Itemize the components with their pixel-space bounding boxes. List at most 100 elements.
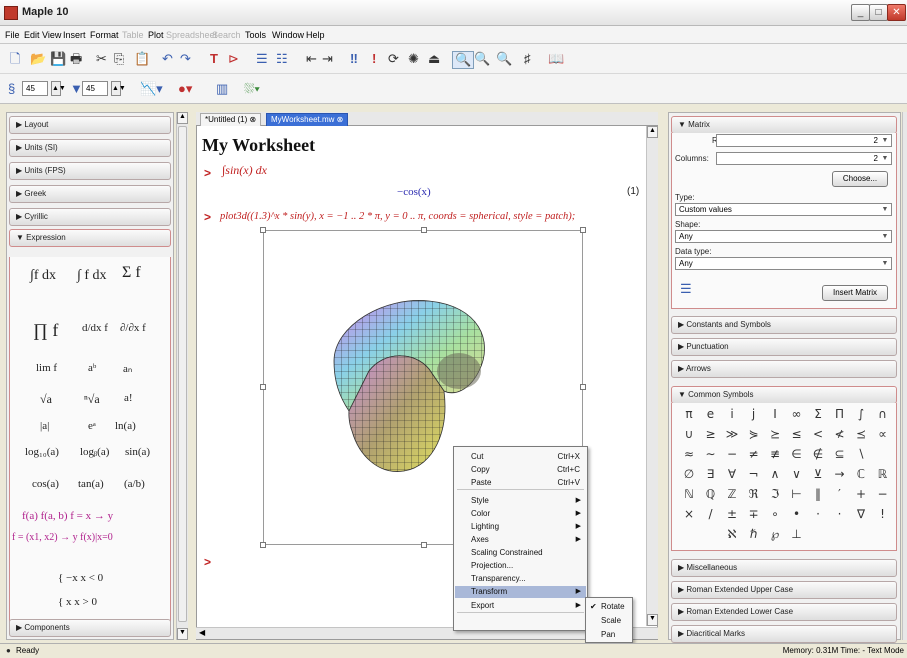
palette-punctuation[interactable]: ▶ Punctuation — [671, 338, 897, 356]
print-icon[interactable]: 🖶 — [70, 51, 82, 67]
palette-expression[interactable]: ▼ Expression — [9, 229, 171, 247]
font-size-input-1[interactable]: 45 — [22, 81, 48, 96]
doc-scroll-down-icon[interactable]: ▼ — [647, 614, 658, 626]
expression-template[interactable]: ⁿ√a — [84, 392, 100, 407]
dropdown-arrow-icon[interactable]: ▼ — [880, 231, 890, 242]
ctx-item-color[interactable]: Color ▶ — [455, 508, 586, 520]
symbol-button[interactable]: ≫ — [721, 427, 743, 441]
expression-template[interactable]: ∫f dx — [30, 268, 56, 284]
ctx-item-transparency-[interactable]: Transparency... — [455, 573, 586, 585]
symbol-button[interactable]: ℑ — [764, 487, 786, 501]
type-select[interactable]: Custom values ▼ — [675, 203, 892, 216]
choose-button[interactable]: Choose... — [832, 171, 888, 187]
resize-handle-e[interactable] — [580, 384, 586, 390]
symbol-button[interactable]: ℵ — [721, 527, 743, 541]
ctx-item-axes[interactable]: Axes ▶ — [455, 534, 586, 546]
symbol-button[interactable]: ≠ — [743, 447, 765, 461]
symbol-button[interactable]: ⋟ — [743, 427, 765, 441]
submenu-scale[interactable]: Scale — [587, 615, 631, 627]
plot3d-input[interactable]: plot3d((1.3)^x * sin(y), x = −1 .. 2 * π… — [220, 211, 575, 222]
symbol-button[interactable]: e — [700, 407, 722, 421]
symbol-button[interactable]: ⊢ — [786, 487, 808, 501]
ctx-item-transform[interactable]: Transform ▶ — [455, 586, 586, 598]
ctx-item-copy[interactable]: Copy Ctrl+C — [455, 464, 586, 476]
tab-0[interactable]: *Untitled (1) ⊗ — [200, 113, 262, 126]
palette-diacritical-marks[interactable]: ▶ Diacritical Marks — [671, 625, 897, 643]
font-size-spinner-2[interactable]: ▲▼ — [111, 81, 126, 96]
expression-template[interactable]: tan(a) — [78, 478, 104, 490]
symbol-button[interactable]: ¬ — [743, 467, 765, 481]
worksheet-title[interactable]: My Worksheet — [202, 135, 315, 156]
dropdown-arrow-icon[interactable]: ▼ — [880, 258, 890, 269]
menu-table[interactable]: Table — [122, 30, 144, 40]
palette-greek[interactable]: ▶ Greek — [9, 185, 171, 203]
grid-icon[interactable]: ♯ — [524, 51, 531, 67]
symbol-button[interactable]: − — [872, 487, 894, 501]
zoom-100-icon[interactable]: 🔍 — [452, 51, 475, 69]
symbol-button[interactable]: · — [807, 507, 829, 521]
palette-cyrillic[interactable]: ▶ Cyrillic — [9, 208, 171, 226]
math-mode-icon[interactable]: ⊳ — [228, 51, 239, 67]
bar-chart-icon[interactable]: ▥ — [216, 81, 228, 97]
redo-icon[interactable]: ↷ — [180, 51, 191, 67]
expression-template[interactable]: ∏ f — [33, 320, 58, 341]
symbol-button[interactable]: × — [678, 507, 700, 521]
symbol-button[interactable]: ≤ — [786, 427, 808, 441]
data-type-select[interactable]: Any ▼ — [675, 257, 892, 270]
symbol-button[interactable]: ≥ — [700, 427, 722, 441]
symbol-button[interactable]: ∃ — [700, 467, 722, 481]
symbol-button[interactable]: ∓ — [743, 507, 765, 521]
ctx-item-paste[interactable]: Paste Ctrl+V — [455, 477, 586, 489]
indent-left-icon[interactable]: ⇤ — [306, 51, 317, 67]
symbol-button[interactable]: ∝ — [872, 427, 894, 441]
expression-template[interactable]: aₙ — [123, 362, 132, 375]
ctx-item-projection-[interactable]: Projection... — [455, 560, 586, 572]
debug-icon[interactable]: ✺ — [408, 51, 419, 67]
tab-1[interactable]: MyWorksheet.mw ⊗ — [266, 113, 349, 126]
ctx-item-cut[interactable]: Cut Ctrl+X — [455, 451, 586, 463]
symbol-button[interactable]: j — [743, 407, 765, 421]
symbol-button[interactable]: ∉ — [807, 447, 829, 461]
palette-constants-and-symbols[interactable]: ▶ Constants and Symbols — [671, 316, 897, 334]
symbol-button[interactable]: + — [850, 487, 872, 501]
color-icon[interactable]: ●▾ — [178, 81, 192, 97]
restart-icon[interactable]: ⟳ — [388, 51, 399, 67]
symbol-button[interactable]: ℤ — [721, 487, 743, 501]
expression-template[interactable]: ∂/∂x f — [120, 322, 146, 334]
symbol-button[interactable]: ∧ — [764, 467, 786, 481]
symbol-button[interactable]: ℂ — [850, 467, 872, 481]
new-icon[interactable]: 🗋 — [10, 51, 20, 67]
dropdown-arrow-icon[interactable]: ▼ — [880, 153, 890, 164]
symbol-button[interactable]: < — [807, 427, 829, 441]
maximize-button[interactable]: □ — [869, 4, 888, 21]
plot-icon[interactable]: 📉▾ — [140, 81, 163, 97]
expression-template[interactable]: f = (x1, x2) → y f(x)|x=0 — [12, 532, 113, 543]
symbol-button[interactable]: • — [786, 507, 808, 521]
symbol-button[interactable]: ∈ — [786, 447, 808, 461]
symbol-button[interactable]: ℘ — [764, 527, 786, 541]
dropdown-arrow-icon[interactable]: ▼ — [880, 204, 890, 215]
submenu-rotate[interactable]: ✔ Rotate — [587, 601, 631, 613]
symbol-button[interactable]: ± — [721, 507, 743, 521]
symbol-button[interactable]: ⪯ — [850, 427, 872, 441]
resize-handle-ne[interactable] — [580, 227, 586, 233]
menu-search[interactable]: Search — [212, 30, 241, 40]
expression-template[interactable]: √a — [40, 392, 52, 407]
expression-template[interactable]: f(a) f(a, b) f = x → y — [22, 510, 113, 522]
symbol-button[interactable]: i — [721, 407, 743, 421]
menu-plot[interactable]: Plot — [148, 30, 164, 40]
symbol-button[interactable]: Σ — [807, 407, 829, 421]
expression-template[interactable]: a! — [124, 392, 133, 404]
symbol-button[interactable]: ⊻ — [807, 467, 829, 481]
symbol-button[interactable]: ℝ — [872, 467, 894, 481]
execute-icon[interactable]: ! — [372, 51, 376, 67]
resize-handle-n[interactable] — [421, 227, 427, 233]
symbol-button[interactable]: ∘ — [764, 507, 786, 521]
symbol-button[interactable]: ∖ — [850, 447, 872, 461]
ctx-item-style[interactable]: Style ▶ — [455, 495, 586, 507]
symbol-button[interactable]: / — [700, 507, 722, 521]
zoom-150-icon[interactable]: 🔍 — [474, 51, 490, 67]
palette-units-si-[interactable]: ▶ Units (SI) — [9, 139, 171, 157]
ctx-item-lighting[interactable]: Lighting ▶ — [455, 521, 586, 533]
palette-common-symbols[interactable]: ▼ Common Symbols — [671, 386, 897, 404]
